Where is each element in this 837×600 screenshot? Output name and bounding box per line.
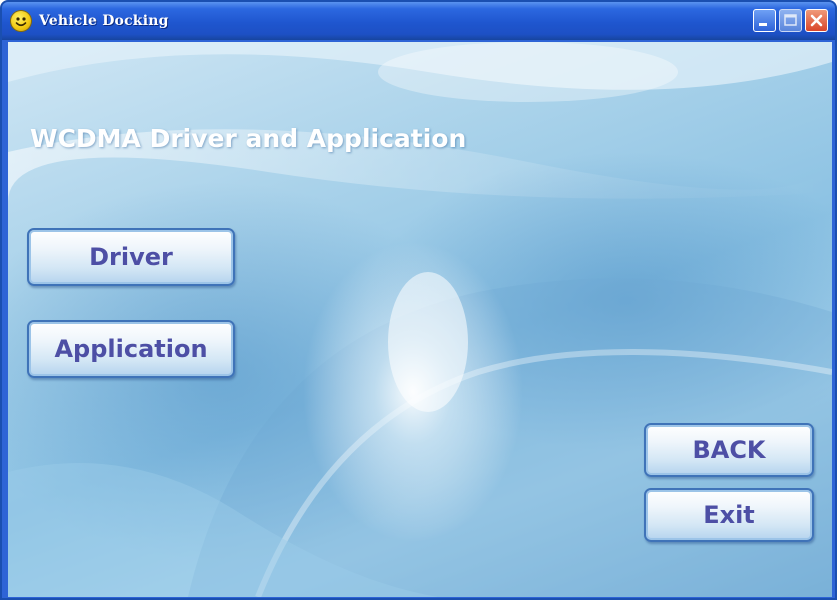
window-title: Vehicle Docking: [39, 13, 169, 29]
minimize-icon: [759, 23, 767, 26]
application-button[interactable]: Application: [27, 320, 235, 378]
title-bar[interactable]: Vehicle Docking: [2, 2, 835, 40]
back-button[interactable]: BACK: [644, 423, 814, 477]
close-icon: [810, 14, 823, 27]
main-panel: WCDMA Driver and Application Driver Appl…: [8, 42, 832, 597]
maximize-button[interactable]: [779, 9, 802, 32]
minimize-button[interactable]: [753, 9, 776, 32]
app-window: Vehicle Docking WCDMA Driver and Applica…: [0, 0, 837, 600]
driver-button[interactable]: Driver: [27, 228, 235, 286]
maximize-icon: [784, 14, 797, 26]
page-title: WCDMA Driver and Application: [30, 124, 467, 153]
close-button[interactable]: [805, 9, 828, 32]
exit-button[interactable]: Exit: [644, 488, 814, 542]
smiley-icon: [11, 11, 31, 31]
